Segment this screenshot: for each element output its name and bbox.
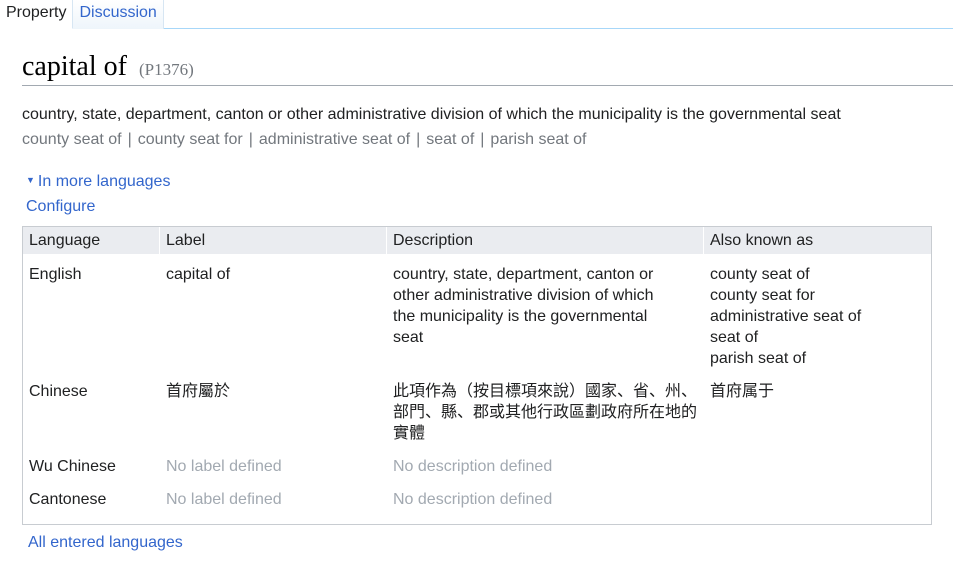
- row-description: country, state, department, canton or ot…: [393, 264, 701, 348]
- header-description: Description: [393, 232, 474, 249]
- alias-line: county seat of: [710, 266, 810, 283]
- row-description-empty: No description defined: [393, 491, 553, 508]
- alias-line: seat of: [710, 329, 759, 346]
- entity-aliases: county seat of | county seat for | administr…: [22, 131, 586, 149]
- description-line: country, state, department, canton or: [393, 266, 654, 283]
- entity-description: country, state, department, canton or ot…: [22, 106, 841, 123]
- configure-link[interactable]: Configure: [26, 198, 95, 216]
- in-more-languages-toggle[interactable]: ▼ In more languages: [26, 173, 170, 191]
- alias-item: administrative seat of: [258, 131, 411, 148]
- row-label-empty: No label defined: [166, 458, 282, 475]
- page-title-row: capital of (P1376): [22, 48, 953, 86]
- alias-line: county seat for: [710, 287, 815, 304]
- row-label: 首府屬於: [166, 383, 231, 400]
- description-line: 實體: [393, 425, 426, 442]
- column-divider: [703, 227, 704, 254]
- header-label: Label: [166, 232, 206, 249]
- table-header: Language Label Description Also known as: [23, 227, 931, 254]
- description-line: 此項作為（按目標項來說）國家、省、州、: [393, 383, 698, 400]
- page-title: capital of: [22, 51, 127, 82]
- row-description-empty: No description defined: [393, 458, 553, 475]
- row-description: 此項作為（按目標項來說）國家、省、州、 部門、縣、郡或其他行政區劃政府所在地的 …: [393, 381, 701, 444]
- description-line: 部門、縣、郡或其他行政區劃政府所在地的: [393, 404, 698, 421]
- page-tabs: Property Discussion: [0, 0, 953, 29]
- header-also-known-as: Also known as: [710, 232, 814, 249]
- property-id: (P1376): [138, 60, 194, 79]
- alias-line: parish seat of: [710, 350, 807, 367]
- alias-separator: |: [127, 131, 132, 148]
- description-line: the municipality is the governmental: [393, 308, 648, 325]
- alias-item: county seat for: [137, 131, 243, 148]
- row-language: Chinese: [29, 383, 88, 400]
- row-language: English: [29, 266, 82, 283]
- column-divider: [386, 227, 387, 254]
- tab-discussion[interactable]: Discussion: [73, 0, 164, 29]
- alias-line: 首府属于: [710, 383, 775, 400]
- row-aliases: county seat of county seat for administr…: [710, 264, 925, 369]
- alias-item: county seat of: [22, 131, 122, 148]
- alias-line: administrative seat of: [710, 308, 862, 325]
- alias-separator: |: [480, 131, 485, 148]
- in-more-languages-label: In more languages: [37, 173, 171, 190]
- alias-item: parish seat of: [490, 131, 587, 148]
- header-language: Language: [29, 232, 101, 249]
- tab-property[interactable]: Property: [0, 0, 74, 29]
- row-label-empty: No label defined: [166, 491, 282, 508]
- row-aliases: 首府属于: [710, 381, 925, 402]
- column-divider: [159, 227, 160, 254]
- alias-item: seat of: [426, 131, 475, 148]
- languages-table: Language Label Description Also known as…: [22, 226, 932, 525]
- alias-separator: |: [416, 131, 421, 148]
- all-entered-languages-link[interactable]: All entered languages: [28, 534, 183, 552]
- triangle-down-icon: ▼: [26, 175, 35, 185]
- row-language: Wu Chinese: [29, 458, 116, 475]
- description-line: other administrative division of which: [393, 287, 654, 304]
- row-label: capital of: [166, 266, 231, 283]
- alias-separator: |: [248, 131, 253, 148]
- row-language: Cantonese: [29, 491, 107, 508]
- description-line: seat: [393, 329, 424, 346]
